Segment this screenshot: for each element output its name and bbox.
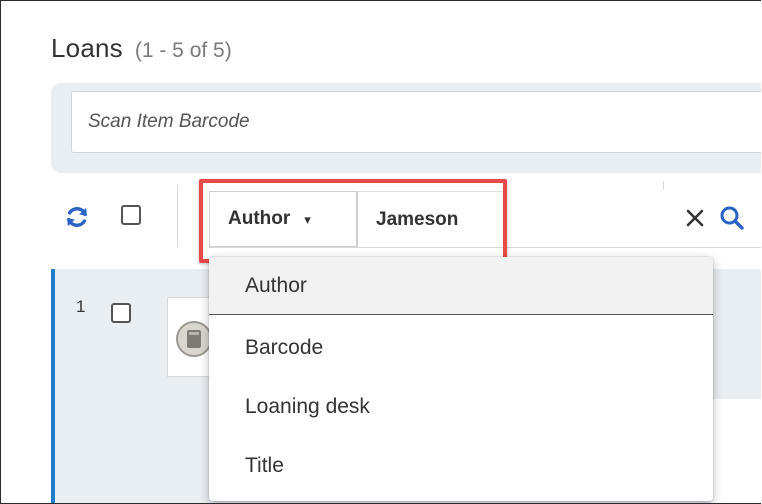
- close-icon[interactable]: [684, 207, 706, 229]
- loans-panel: Loans (1 - 5 of 5) Author ▾ 1: [0, 0, 761, 504]
- page-title: Loans (1 - 5 of 5): [51, 33, 232, 64]
- search-bar: Author ▾: [209, 191, 761, 248]
- row-checkbox[interactable]: [111, 303, 131, 323]
- dropdown-option-barcode[interactable]: Barcode: [209, 319, 713, 377]
- scan-panel: [51, 83, 761, 173]
- search-field-select[interactable]: Author ▾: [209, 191, 357, 247]
- scan-item-barcode-input[interactable]: [71, 91, 761, 153]
- search-icon[interactable]: [718, 204, 746, 232]
- content-area: [711, 399, 761, 503]
- search-field-label: Author: [228, 208, 291, 229]
- dropdown-option-author[interactable]: Author: [209, 257, 713, 315]
- search-input[interactable]: [357, 191, 507, 247]
- toolbar-divider: [663, 181, 664, 189]
- row-index: 1: [76, 297, 86, 316]
- refresh-icon[interactable]: [64, 204, 90, 230]
- book-icon: [176, 321, 212, 357]
- toolbar-divider: [177, 185, 178, 247]
- select-all-checkbox[interactable]: [121, 205, 141, 225]
- caret-down-icon: ▾: [304, 212, 311, 227]
- toolbar: Author ▾: [1, 181, 761, 261]
- dropdown-option-title[interactable]: Title: [209, 437, 713, 495]
- search-field-dropdown: Author Barcode Loaning desk Title: [209, 257, 713, 501]
- loans-count: (1 - 5 of 5): [134, 39, 232, 62]
- loans-title: Loans: [51, 33, 123, 63]
- dropdown-option-loaning-desk[interactable]: Loaning desk: [209, 378, 713, 436]
